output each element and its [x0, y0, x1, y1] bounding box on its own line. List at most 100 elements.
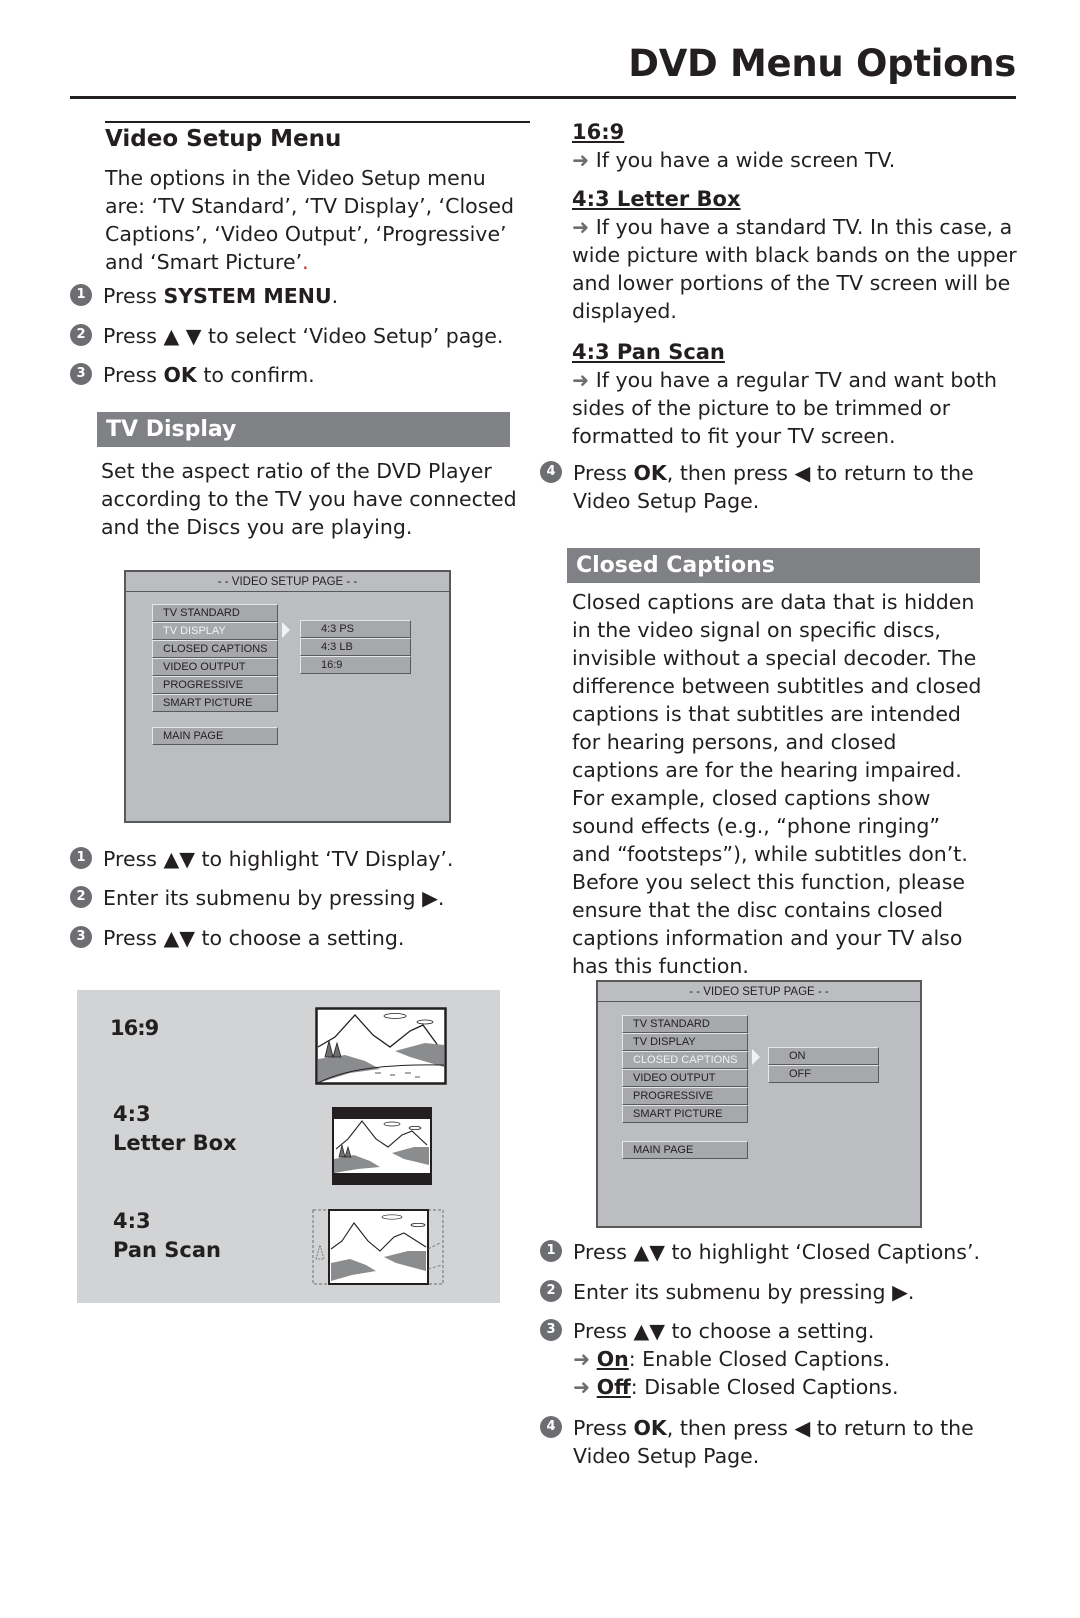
closed-captions-description: Closed captions are data that is hidden …: [572, 588, 984, 980]
option-title: 16:9: [572, 120, 625, 144]
video-setup-step-2: 2 Press ▲ ▼ to select ‘Video Setup’ page…: [70, 322, 503, 350]
page-title: DVD Menu Options: [628, 42, 1016, 85]
video-setup-step-1: 1 Press SYSTEM MENU.: [70, 282, 338, 310]
osd-header: - - VIDEO SETUP PAGE - -: [126, 572, 449, 592]
step-text: Press OK, then press ◀ to return to the …: [573, 461, 974, 513]
title-divider: [70, 96, 1016, 99]
step-text: Press SYSTEM MENU.: [103, 284, 339, 308]
step-number-icon: 3: [540, 1319, 562, 1341]
panscan-landscape-icon: [312, 1209, 444, 1285]
osd-item-progressive[interactable]: PROGRESSIVE: [152, 676, 278, 694]
option-4-3-letter-box: 4:3 Letter Box ➜ If you have a standard …: [572, 185, 1022, 325]
osd-item-smart-picture[interactable]: SMART PICTURE: [622, 1105, 748, 1123]
option-description: ➜ If you have a regular TV and want both…: [572, 368, 997, 448]
tv-display-step-4: 4 Press OK, then press ◀ to return to th…: [540, 459, 980, 515]
cc-step-3: 3 Press ▲▼ to choose a setting. ➜ On: En…: [540, 1317, 898, 1401]
osd-item-main-page[interactable]: MAIN PAGE: [622, 1141, 748, 1159]
step-text: Enter its submenu by pressing ▶.: [103, 886, 445, 910]
step-text: Press ▲▼ to highlight ‘TV Display’.: [103, 847, 454, 871]
step-text: Press ▲▼ to highlight ‘Closed Captions’.: [573, 1240, 981, 1264]
widescreen-landscape-icon: [315, 1007, 447, 1085]
tv-display-step-1: 1 Press ▲▼ to highlight ‘TV Display’.: [70, 845, 453, 873]
option-description: ➜ If you have a standard TV. In this cas…: [572, 215, 1017, 323]
video-setup-heading: Video Setup Menu: [105, 126, 342, 152]
option-4-3-pan-scan: 4:3 Pan Scan ➜ If you have a regular TV …: [572, 338, 1022, 450]
video-setup-intro: The options in the Video Setup menu are:…: [105, 164, 530, 276]
aspect-label-letterbox: 4:3 Letter Box: [113, 1102, 237, 1155]
osd-item-progressive[interactable]: PROGRESSIVE: [622, 1087, 748, 1105]
tv-display-heading: TV Display: [97, 412, 510, 447]
arrow-right-icon: ➜: [573, 1375, 591, 1399]
osd-submenu: 4:3 PS 4:3 LB 16:9: [300, 620, 411, 674]
osd-menu-list: TV STANDARD TV DISPLAY CLOSED CAPTIONS V…: [622, 1015, 748, 1123]
intro-text: The options in the Video Setup menu are:…: [105, 166, 515, 274]
section-divider: [105, 121, 530, 123]
osd-item-smart-picture[interactable]: SMART PICTURE: [152, 694, 278, 712]
arrow-right-icon: ➜: [572, 215, 590, 239]
step-number-icon: 2: [70, 886, 92, 908]
step-text: Press ▲▼ to choose a setting. ➜ On: Enab…: [573, 1319, 899, 1399]
step-number-icon: 2: [540, 1280, 562, 1302]
step-text: Press OK to confirm.: [103, 363, 315, 387]
step-number-icon: 1: [70, 284, 92, 306]
osd-item-tv-standard[interactable]: TV STANDARD: [152, 604, 278, 622]
arrow-right-icon: ➜: [573, 1347, 591, 1371]
osd-item-closed-captions[interactable]: CLOSED CAPTIONS: [152, 640, 278, 658]
step-number-icon: 4: [540, 461, 562, 483]
osd-item-closed-captions[interactable]: CLOSED CAPTIONS: [622, 1051, 748, 1069]
osd-item-tv-standard[interactable]: TV STANDARD: [622, 1015, 748, 1033]
tv-display-osd-screen: - - VIDEO SETUP PAGE - - TV STANDARD TV …: [124, 570, 451, 823]
step-number-icon: 3: [70, 926, 92, 948]
step-text: Enter its submenu by pressing ▶.: [573, 1280, 915, 1304]
osd-item-video-output[interactable]: VIDEO OUTPUT: [152, 658, 278, 676]
step-number-icon: 3: [70, 363, 92, 385]
option-title: 4:3 Letter Box: [572, 187, 741, 211]
cc-setting-off: ➜ Off: Disable Closed Captions.: [573, 1375, 899, 1399]
osd-option-4-3-ps[interactable]: 4:3 PS: [300, 620, 411, 638]
osd-header: - - VIDEO SETUP PAGE - -: [598, 982, 920, 1002]
osd-main-page: MAIN PAGE: [152, 727, 278, 745]
closed-captions-osd-screen: - - VIDEO SETUP PAGE - - TV STANDARD TV …: [596, 980, 922, 1228]
option-16-9: 16:9 ➜ If you have a wide screen TV.: [572, 118, 1022, 174]
osd-option-4-3-lb[interactable]: 4:3 LB: [300, 638, 411, 656]
cc-description-text: Closed captions are data that is hidden …: [572, 590, 982, 866]
arrow-right-icon: ➜: [572, 368, 590, 392]
submenu-arrow-icon: [282, 622, 290, 638]
step-text: Press ▲▼ to choose a setting.: [103, 926, 405, 950]
osd-menu-list: TV STANDARD TV DISPLAY CLOSED CAPTIONS V…: [152, 604, 278, 712]
aspect-label-16-9: 16:9: [110, 1016, 159, 1040]
osd-item-tv-display[interactable]: TV DISPLAY: [622, 1033, 748, 1051]
osd-option-off[interactable]: OFF: [768, 1065, 879, 1083]
cc-setting-on: ➜ On: Enable Closed Captions.: [573, 1347, 891, 1371]
osd-item-main-page[interactable]: MAIN PAGE: [152, 727, 278, 745]
step-number-icon: 4: [540, 1416, 562, 1438]
osd-option-16-9[interactable]: 16:9: [300, 656, 411, 674]
osd-submenu: ON OFF: [768, 1047, 879, 1083]
intro-end: .: [302, 250, 309, 274]
step-number-icon: 2: [70, 324, 92, 346]
closed-captions-heading: Closed Captions: [567, 548, 980, 583]
cc-step-1: 1 Press ▲▼ to highlight ‘Closed Captions…: [540, 1238, 980, 1266]
video-setup-step-3: 3 Press OK to confirm.: [70, 361, 315, 389]
cc-step-2: 2 Enter its submenu by pressing ▶.: [540, 1278, 914, 1306]
tv-display-description: Set the aspect ratio of the DVD Player a…: [101, 459, 517, 539]
step-text: Press ▲ ▼ to select ‘Video Setup’ page.: [103, 324, 504, 348]
letterbox-landscape-icon: [332, 1107, 432, 1185]
step-number-icon: 1: [70, 847, 92, 869]
step-text: Press OK, then press ◀ to return to the …: [573, 1416, 974, 1468]
cc-step-4: 4 Press OK, then press ◀ to return to th…: [540, 1414, 980, 1470]
option-description: ➜ If you have a wide screen TV.: [572, 148, 896, 172]
tv-display-step-3: 3 Press ▲▼ to choose a setting.: [70, 924, 404, 952]
osd-item-tv-display[interactable]: TV DISPLAY: [152, 622, 278, 640]
tv-display-step-2: 2 Enter its submenu by pressing ▶.: [70, 884, 444, 912]
osd-option-on[interactable]: ON: [768, 1047, 879, 1065]
osd-item-video-output[interactable]: VIDEO OUTPUT: [622, 1069, 748, 1087]
arrow-right-icon: ➜: [572, 148, 590, 172]
step-number-icon: 1: [540, 1240, 562, 1262]
aspect-label-panscan: 4:3 Pan Scan: [113, 1209, 221, 1262]
aspect-ratio-examples: 16:9 4:3 Letter Box 4:3 Pan Scan: [77, 990, 500, 1303]
submenu-arrow-icon: [752, 1049, 760, 1065]
cc-note-text: Before you select this function, please …: [572, 870, 966, 978]
osd-main-page: MAIN PAGE: [622, 1141, 748, 1159]
option-title: 4:3 Pan Scan: [572, 340, 725, 364]
